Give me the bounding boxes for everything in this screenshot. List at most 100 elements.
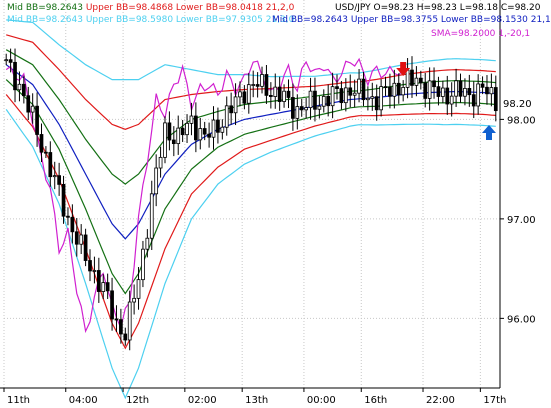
candle-body xyxy=(17,83,22,91)
candle-body xyxy=(423,82,428,99)
svg-text:Mid BB=98.2643 Upper BB=98.375: Mid BB=98.2643 Upper BB=98.3755 Lower BB… xyxy=(272,15,551,25)
candle-body xyxy=(154,167,159,195)
candle-body xyxy=(383,86,388,89)
candle-body xyxy=(286,90,291,98)
candle-body xyxy=(427,80,432,99)
candle-body xyxy=(238,91,242,98)
candle-body xyxy=(401,86,406,96)
svg-text:Mid BB=98.2643 Upper BB=98.598: Mid BB=98.2643 Upper BB=98.5980 Lower BB… xyxy=(7,15,295,25)
candle-body xyxy=(326,95,331,107)
candle-body xyxy=(374,96,379,111)
candle-body xyxy=(145,237,150,250)
candle-body xyxy=(185,122,189,136)
candle-body xyxy=(171,139,176,145)
candle-body xyxy=(202,128,207,135)
candle-body xyxy=(343,87,348,104)
candle-body xyxy=(282,90,286,102)
x-tick-label: 04:00 xyxy=(69,395,98,406)
candle-body xyxy=(242,91,247,104)
candle-body xyxy=(8,59,13,63)
candle-body xyxy=(493,87,498,112)
legend-blue-mid: Mid BB=98.2643 xyxy=(272,15,348,25)
candle-body xyxy=(458,80,463,97)
y-tick-label: 98.00 xyxy=(507,115,536,126)
candle-body xyxy=(471,94,476,107)
candle-body xyxy=(13,61,17,91)
candle-body xyxy=(264,74,269,96)
candle-body xyxy=(454,80,458,97)
candle-body xyxy=(101,282,106,292)
candle-body xyxy=(304,107,308,111)
x-tick-label: 17th xyxy=(483,395,506,406)
legend-sma-params: 1,-20,1 xyxy=(498,29,530,39)
candle-body xyxy=(39,134,44,153)
candle-body xyxy=(295,106,300,119)
x-tick-label: 11th xyxy=(7,395,30,406)
candle-body xyxy=(480,83,485,88)
candle-body xyxy=(211,119,216,138)
x-tick-label: 22:00 xyxy=(426,395,455,406)
candle-body xyxy=(308,90,313,109)
candle-body xyxy=(44,151,48,154)
legend-blue-upper: Upper BB=98.3755 xyxy=(351,15,438,25)
svg-text:Mid BB=98.2643 Upper BB=98.486: Mid BB=98.2643 Upper BB=98.4868 Lower BB… xyxy=(7,3,295,13)
legend-sma: SMA=98.2000 xyxy=(431,29,496,39)
candle-body xyxy=(321,95,326,107)
candle-body xyxy=(21,83,26,97)
candle-body xyxy=(26,95,31,113)
candle-body xyxy=(79,234,84,245)
candle-body xyxy=(123,333,128,341)
candle-body xyxy=(317,105,322,110)
chart-canvas: 96.00 97.00 98.00 11th 04:00 12th 02:00 13th 00… xyxy=(0,0,551,408)
candle-body xyxy=(158,156,163,169)
candle-body xyxy=(432,80,436,88)
legend-cyan-upper: Upper BB=98.5980 xyxy=(86,15,173,25)
candle-body xyxy=(4,59,9,62)
candle-body xyxy=(127,301,132,341)
x-tick-label: 13th xyxy=(245,395,268,406)
candle-body xyxy=(224,105,229,128)
candle-body xyxy=(189,115,194,124)
ohlc-label: USD/JPY O=98.23 H=98.23 L=98.18 C=98.20 xyxy=(335,3,541,13)
candle-body xyxy=(207,133,211,138)
candle-body xyxy=(136,279,141,299)
legend-cyan-mid: Mid BB=98.2643 xyxy=(7,15,83,25)
candle-body xyxy=(255,84,260,87)
candle-body xyxy=(61,184,66,217)
candle-body xyxy=(388,86,392,97)
x-tick-label: 12th xyxy=(126,395,149,406)
candle-body xyxy=(52,175,57,178)
candle-body xyxy=(313,90,317,110)
candle-body xyxy=(405,69,410,88)
candle-body xyxy=(485,86,489,95)
legend-blue-lower: Lower BB=98.1530 xyxy=(441,15,528,25)
candle-body xyxy=(396,82,401,96)
x-tick-label: 02:00 xyxy=(188,395,217,406)
current-price-label: 98.20 xyxy=(503,99,532,110)
candle-body xyxy=(96,270,101,292)
legend-cyan-lower: Lower BB=97.9305 xyxy=(176,15,263,25)
candle-body xyxy=(83,234,88,261)
candle-body xyxy=(74,231,79,245)
candle-body xyxy=(66,215,70,218)
candle-body xyxy=(361,78,366,101)
chart-background xyxy=(0,0,551,408)
legend-blue-params: 21,1,0 xyxy=(531,15,551,25)
legend-green-mid: Mid BB=98.2643 xyxy=(7,3,83,13)
candle-body xyxy=(339,88,344,104)
candle-body xyxy=(180,127,185,136)
candle-body xyxy=(277,86,282,102)
candle-body xyxy=(194,115,198,141)
legend-red-upper: Upper BB=98.4868 xyxy=(86,3,173,13)
candle-body xyxy=(449,95,454,105)
candle-body xyxy=(30,105,35,113)
candle-body xyxy=(418,77,423,84)
candle-body xyxy=(229,105,234,114)
candle-body xyxy=(414,77,419,86)
candle-body xyxy=(357,78,361,94)
candle-body xyxy=(141,248,145,281)
candle-body xyxy=(57,175,61,185)
candle-body xyxy=(268,94,273,97)
candle-body xyxy=(167,122,172,141)
candle-body xyxy=(348,87,353,96)
